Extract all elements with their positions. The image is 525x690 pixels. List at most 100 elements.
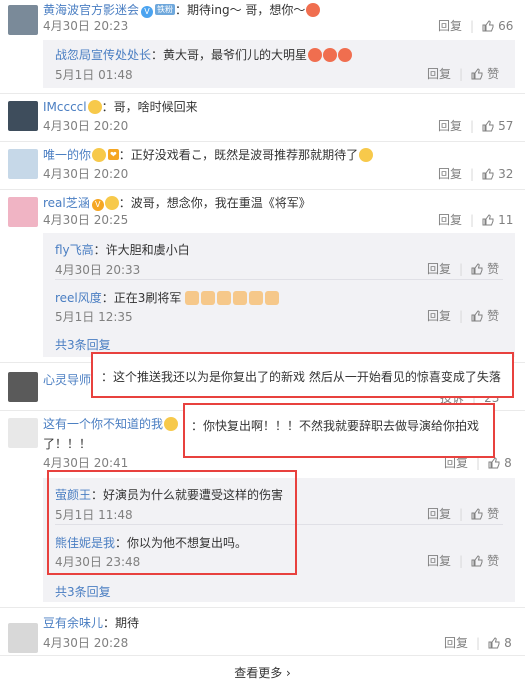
username[interactable]: 战忽局宣传处处长 xyxy=(55,48,151,62)
reply-button[interactable]: 回复 xyxy=(427,554,451,568)
reply-button[interactable]: 回复 xyxy=(427,309,451,323)
comment-text-line: 唯一的你 ❤ ：正好没戏看こ，既然是波哥推荐那就期待了 xyxy=(43,147,374,163)
like-icon[interactable] xyxy=(471,508,483,520)
avatar[interactable] xyxy=(8,372,38,402)
like-icon[interactable] xyxy=(471,310,483,322)
actions: 回复 | 赞 xyxy=(427,262,500,276)
like-count: 8 xyxy=(504,456,512,470)
like-label: 赞 xyxy=(487,554,500,568)
timestamp: 4月30日 20:41 xyxy=(43,456,129,470)
actions: 回复 | 11 xyxy=(438,213,514,227)
reply-button[interactable]: 回复 xyxy=(438,167,462,181)
timestamp: 4月30日 20:20 xyxy=(43,119,129,133)
reply-button[interactable]: 回复 xyxy=(438,119,462,133)
emoji-icon xyxy=(164,417,179,431)
reply-button[interactable]: 回复 xyxy=(444,456,468,470)
reply-button[interactable]: 回复 xyxy=(438,19,462,33)
emoji-icon xyxy=(92,148,107,162)
like-icon[interactable] xyxy=(471,263,483,275)
actions: 回复 | 赞 xyxy=(427,309,500,323)
username[interactable]: fly飞高 xyxy=(55,243,94,257)
like-icon[interactable] xyxy=(471,555,483,567)
comment-text-line: real芝涵 V ：波哥，想念你，我在重温《将军》 xyxy=(43,195,311,211)
avatar[interactable] xyxy=(8,101,38,131)
fan-badge: 铁粉 xyxy=(155,4,176,15)
timestamp: 5月1日 01:48 xyxy=(55,68,133,82)
username[interactable]: 黄海波官方影迷会 xyxy=(43,3,139,17)
comment-text-line: 豆有余味儿：期待 xyxy=(43,615,139,631)
username[interactable]: IMccccl xyxy=(43,100,87,114)
username[interactable]: 唯一的你 xyxy=(43,148,91,162)
thumbs-up-emoji-icon xyxy=(265,291,280,305)
username[interactable]: 这有一个你不知道的我 xyxy=(43,417,163,431)
avatar[interactable] xyxy=(8,623,38,653)
divider xyxy=(0,141,525,142)
comment-text: ：期待ing～ 哥，想你～ xyxy=(175,3,306,17)
divider xyxy=(0,93,525,94)
like-icon[interactable] xyxy=(488,457,500,469)
like-label: 赞 xyxy=(487,67,500,81)
reply-text: ：黄大哥，最爷们儿的大明星 xyxy=(151,48,308,62)
comment-text-line: 黄海波官方影迷会 V 铁粉 ：期待ing～ 哥，想你～ xyxy=(43,2,321,18)
like-icon[interactable] xyxy=(482,214,494,226)
reply-button[interactable]: 回复 xyxy=(427,262,451,276)
like-count: 8 xyxy=(504,636,512,650)
see-more-link[interactable]: 查看更多 › xyxy=(0,664,525,681)
emoji-icon xyxy=(323,48,338,62)
like-icon[interactable] xyxy=(471,68,483,80)
thumbs-up-emoji-icon xyxy=(249,291,264,305)
like-count: 57 xyxy=(498,119,514,133)
username[interactable]: 豆有余味儿 xyxy=(43,616,103,630)
thumbs-up-emoji-icon xyxy=(185,291,200,305)
reply-button[interactable]: 回复 xyxy=(438,213,462,227)
reply-text: ：许大胆和虞小白 xyxy=(93,243,190,257)
like-icon[interactable] xyxy=(482,20,494,32)
actions: 回复 | 赞 xyxy=(427,507,500,521)
timestamp: 4月30日 20:23 xyxy=(43,19,129,33)
more-replies-link[interactable]: 共3条回复 xyxy=(55,336,111,353)
emoji-icon xyxy=(359,148,374,162)
like-count: 32 xyxy=(498,167,514,181)
emoji-icon xyxy=(308,48,323,62)
thumbs-up-emoji-icon xyxy=(217,291,232,305)
avatar[interactable] xyxy=(8,5,38,35)
reply-text-line: fly飞高：许大胆和虞小白 xyxy=(55,241,190,258)
reply-block: fly飞高：许大胆和虞小白 4月30日 20:33 回复 | 赞 reel风度：正在… xyxy=(43,233,515,357)
avatar[interactable] xyxy=(8,197,38,227)
divider xyxy=(0,655,525,656)
highlight-box: ：这个推送我还以为是你复出了的新戏 然后从一开始看见的惊喜变成了失落 xyxy=(91,352,514,398)
emoji-icon xyxy=(338,48,353,62)
more-replies-link[interactable]: 共3条回复 xyxy=(55,583,111,600)
comment-text-line: IMccccl ：哥，啥时候回来 xyxy=(43,99,198,115)
like-icon[interactable] xyxy=(482,120,494,132)
fan-badge: ❤ xyxy=(108,149,119,160)
divider xyxy=(55,279,503,280)
reply-button[interactable]: 回复 xyxy=(427,67,451,81)
reply-text: ：正在3刷将军 xyxy=(101,291,182,305)
username[interactable]: real芝涵 xyxy=(43,196,90,210)
like-icon[interactable] xyxy=(482,168,494,180)
thumbs-up-emoji-icon xyxy=(201,291,216,305)
username[interactable]: 心灵导师 xyxy=(43,373,91,387)
reply-block: 战忽局宣传处处长：黄大哥，最爷们儿的大明星 5月1日 01:48 回复 | 赞 xyxy=(43,40,515,88)
timestamp: 4月30日 20:25 xyxy=(43,213,129,227)
comment-text-line: 这有一个你不知道的我 xyxy=(43,416,179,432)
comment-text-line: 心灵导师 xyxy=(43,372,91,388)
divider xyxy=(0,189,525,190)
comment-text: ：哥，啥时候回来 xyxy=(101,100,198,114)
timestamp: 5月1日 12:35 xyxy=(55,310,133,324)
verified-icon: V xyxy=(91,199,104,211)
timestamp: 4月30日 20:28 xyxy=(43,636,129,650)
reply-button[interactable]: 回复 xyxy=(444,636,468,650)
comment-text: ：期待 xyxy=(103,616,140,630)
like-count: 11 xyxy=(498,213,514,227)
avatar[interactable] xyxy=(8,149,38,179)
reply-button[interactable]: 回复 xyxy=(427,507,451,521)
like-label: 赞 xyxy=(487,262,500,276)
like-icon[interactable] xyxy=(488,637,500,649)
actions: 回复 | 赞 xyxy=(427,554,500,568)
like-count: 66 xyxy=(498,19,514,33)
avatar[interactable] xyxy=(8,418,38,448)
like-label: 赞 xyxy=(487,309,500,323)
username[interactable]: reel风度 xyxy=(55,291,102,305)
